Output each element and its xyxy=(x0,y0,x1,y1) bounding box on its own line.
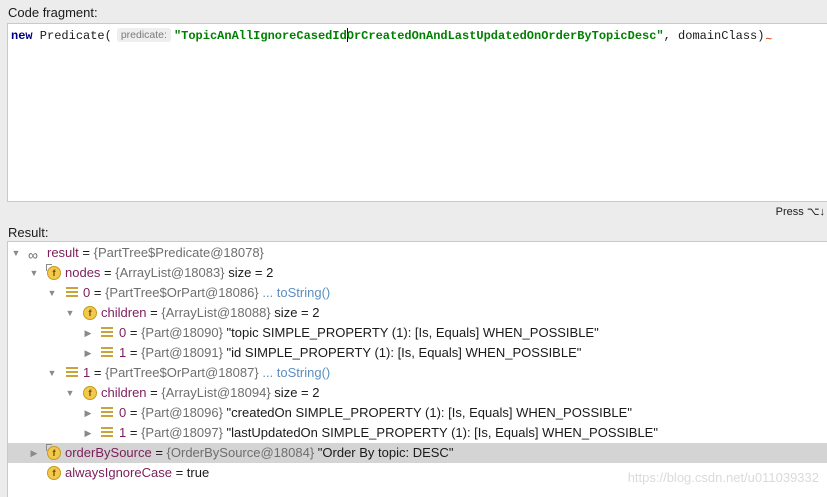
list-element-icon xyxy=(101,347,113,359)
to-string-link[interactable]: ... toString() xyxy=(259,285,330,300)
tree-row-text: 0 = {PartTree$OrPart@18086} ... toString… xyxy=(83,285,331,300)
field-f-icon: f xyxy=(83,306,97,320)
watermark: https://blog.csdn.net/u011039332 xyxy=(627,470,819,485)
tree-row-orpart-0[interactable]: ▼ 0 = {PartTree$OrPart@18086} ... toStri… xyxy=(8,283,827,303)
call-tail: , domainClass) xyxy=(663,29,765,43)
tree-row-text: 0 = {Part@18096} "createdOn SIMPLE_PROPE… xyxy=(119,405,632,420)
result-label: Result: xyxy=(8,225,49,240)
tree-row-children-0[interactable]: ▼ f children = {ArrayList@18088} size = … xyxy=(8,303,827,323)
list-element-icon xyxy=(101,327,113,339)
triangle-down-icon[interactable]: ▼ xyxy=(46,363,58,383)
list-element-icon xyxy=(66,367,78,379)
tree-row-result[interactable]: ▼ ∞ result = {PartTree$Predicate@18078} xyxy=(8,243,827,263)
new-keyword: new xyxy=(11,29,33,43)
triangle-down-icon[interactable]: ▼ xyxy=(46,283,58,303)
shortcut-hint: Press ⌥↓ xyxy=(775,206,825,218)
tree-row-text: result = {PartTree$Predicate@18078} xyxy=(47,245,264,260)
list-element-icon xyxy=(66,287,78,299)
triangle-right-icon[interactable]: ▶ xyxy=(82,423,94,443)
tree-row-part-createdon[interactable]: ▶ 0 = {Part@18096} "createdOn SIMPLE_PRO… xyxy=(8,403,827,423)
tree-row-text: children = {ArrayList@18094} size = 2 xyxy=(101,385,320,400)
watch-glasses-icon: ∞ xyxy=(28,247,38,263)
tree-row-text: 1 = {PartTree$OrPart@18087} ... toString… xyxy=(83,365,331,380)
class-call: Predicate( xyxy=(32,29,112,43)
tree-row-text: alwaysIgnoreCase = true xyxy=(65,465,210,480)
list-element-icon xyxy=(101,427,113,439)
list-element-icon xyxy=(101,407,113,419)
field-f-icon: f xyxy=(47,466,61,480)
tree-row-part-lastupdatedon[interactable]: ▶ 1 = {Part@18097} "lastUpdatedOn SIMPLE… xyxy=(8,423,827,443)
field-f-icon: f xyxy=(46,444,61,460)
triangle-down-icon[interactable]: ▼ xyxy=(64,383,76,403)
tree-row-part-id[interactable]: ▶ 1 = {Part@18091} "id SIMPLE_PROPERTY (… xyxy=(8,343,827,363)
to-string-link[interactable]: ... toString() xyxy=(259,365,330,380)
string-literal-end: OrCreatedOnAndLastUpdatedOnOrderByTopicD… xyxy=(346,29,664,43)
tree-row-orpart-1[interactable]: ▼ 1 = {PartTree$OrPart@18087} ... toStri… xyxy=(8,363,827,383)
tree-row-text: 0 = {Part@18090} "topic SIMPLE_PROPERTY … xyxy=(119,325,599,340)
triangle-down-icon[interactable]: ▼ xyxy=(10,243,22,263)
tree-row-orderbysource[interactable]: ▶ f orderBySource = {OrderBySource@18084… xyxy=(8,443,827,463)
shortcut-hint-bar: Press ⌥↓ xyxy=(0,203,827,220)
triangle-right-icon[interactable]: ▶ xyxy=(82,403,94,423)
code-fragment-label: Code fragment: xyxy=(8,5,98,20)
tree-row-text: 1 = {Part@18091} "id SIMPLE_PROPERTY (1)… xyxy=(119,345,582,360)
code-line: new Predicate( predicate: "TopicAnAllIgnor… xyxy=(11,28,773,46)
field-f-icon: f xyxy=(83,386,97,400)
tree-row-text: children = {ArrayList@18088} size = 2 xyxy=(101,305,320,320)
result-tree[interactable]: ▼ ∞ result = {PartTree$Predicate@18078} … xyxy=(7,241,827,497)
field-f-icon: f xyxy=(46,264,61,280)
tree-row-part-topic[interactable]: ▶ 0 = {Part@18090} "topic SIMPLE_PROPERT… xyxy=(8,323,827,343)
tree-row-text: 1 = {Part@18097} "lastUpdatedOn SIMPLE_P… xyxy=(119,425,658,440)
triangle-right-icon[interactable]: ▶ xyxy=(82,343,94,363)
code-fragment-editor[interactable]: new Predicate( predicate: "TopicAnAllIgnor… xyxy=(7,23,827,202)
triangle-right-icon[interactable]: ▶ xyxy=(28,443,40,463)
triangle-right-icon[interactable]: ▶ xyxy=(82,323,94,343)
triangle-down-icon[interactable]: ▼ xyxy=(64,303,76,323)
string-literal-start: "TopicAnAllIgnoreCasedId xyxy=(173,29,347,43)
tree-row-text: orderBySource = {OrderBySource@18084} "O… xyxy=(65,445,454,460)
triangle-down-icon[interactable]: ▼ xyxy=(28,263,40,283)
warning-squiggle-icon: ∼ xyxy=(765,34,773,46)
parameter-hint: predicate: xyxy=(116,28,171,42)
tree-row-text: nodes = {ArrayList@18083} size = 2 xyxy=(65,265,274,280)
tree-row-nodes[interactable]: ▼ f nodes = {ArrayList@18083} size = 2 xyxy=(8,263,827,283)
tree-row-children-1[interactable]: ▼ f children = {ArrayList@18094} size = … xyxy=(8,383,827,403)
